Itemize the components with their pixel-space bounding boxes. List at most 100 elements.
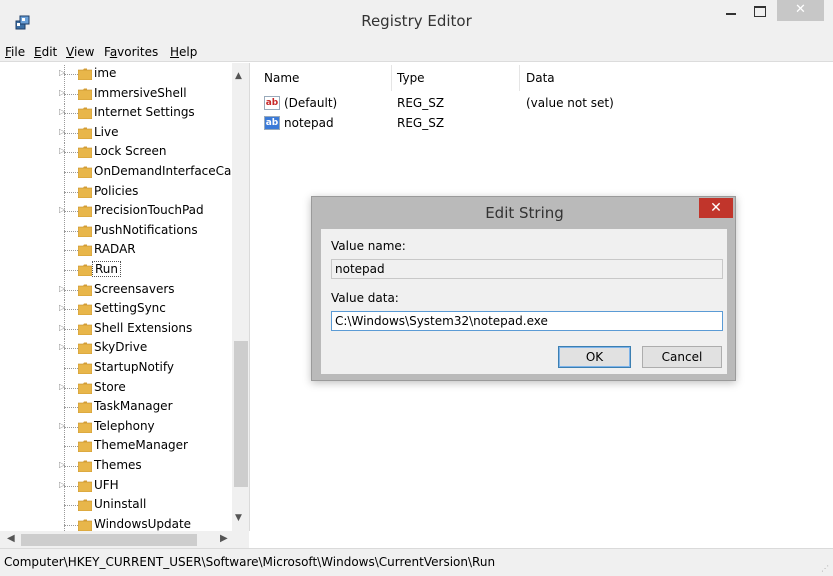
resize-grip-icon[interactable]: ⋰ bbox=[821, 564, 831, 574]
tree-vertical-scrollbar[interactable]: ▲ ▼ bbox=[232, 63, 249, 531]
column-divider[interactable] bbox=[519, 65, 520, 91]
tree-item[interactable]: TaskManager bbox=[0, 398, 232, 418]
tree-horizontal-scrollbar[interactable]: ◀ ▶ bbox=[0, 531, 249, 548]
expand-arrow-icon[interactable]: ▷ bbox=[59, 303, 69, 313]
tree-item-label: Internet Settings bbox=[94, 105, 195, 120]
tree-item[interactable]: OnDemandInterfaceCac bbox=[0, 163, 238, 182]
value-row-notepad[interactable]: ab notepad REG_SZ bbox=[254, 115, 754, 133]
menu-view[interactable]: View bbox=[66, 45, 94, 59]
tree-item[interactable]: Uninstall bbox=[0, 496, 232, 516]
folder-icon bbox=[78, 401, 92, 414]
folder-icon bbox=[78, 519, 92, 531]
folder-icon bbox=[78, 440, 92, 453]
expand-arrow-icon[interactable]: ▷ bbox=[59, 284, 69, 294]
expand-arrow-icon[interactable]: ▷ bbox=[59, 421, 69, 431]
folder-icon bbox=[78, 186, 92, 198]
tree-item-label: ImmersiveShell bbox=[94, 85, 187, 100]
dialog-body: Value name: Value data: OK Cancel bbox=[321, 229, 727, 374]
tree-item[interactable]: ▷ Telephony bbox=[0, 417, 232, 437]
tree-item[interactable]: Run bbox=[0, 261, 232, 280]
value-name: notepad bbox=[284, 116, 334, 130]
tree-connector bbox=[64, 368, 78, 369]
expand-arrow-icon[interactable]: ▷ bbox=[59, 342, 69, 352]
value-data-field[interactable] bbox=[331, 311, 723, 331]
tree-item[interactable]: Policies bbox=[0, 182, 232, 202]
expand-arrow-icon[interactable]: ▷ bbox=[59, 88, 69, 98]
folder-icon bbox=[78, 421, 92, 433]
tree-item-label: Lock Screen bbox=[94, 144, 167, 159]
tree-item-label: Shell Extensions bbox=[94, 320, 193, 335]
value-name: (Default) bbox=[284, 96, 338, 110]
expand-arrow-icon[interactable]: ▷ bbox=[59, 323, 69, 333]
key-tree[interactable]: ▷ ime ▷ ImmersiveShell ▷ Internet Settings ▷ Li… bbox=[0, 63, 250, 531]
scroll-thumb-horizontal[interactable] bbox=[21, 534, 197, 546]
scroll-right-icon[interactable]: ▶ bbox=[220, 533, 228, 544]
expand-arrow-icon[interactable]: ▷ bbox=[59, 460, 69, 470]
tree-item[interactable]: StartupNotify bbox=[0, 359, 232, 378]
expand-arrow-icon[interactable]: ▷ bbox=[59, 127, 69, 137]
menu-edit[interactable]: Edit bbox=[34, 45, 57, 59]
tree-item-label: StartupNotify bbox=[94, 360, 175, 374]
tree-item[interactable]: PushNotifications bbox=[0, 221, 232, 241]
tree-connector bbox=[64, 230, 78, 232]
tree-item[interactable]: ▷ SkyDrive bbox=[0, 339, 232, 359]
tree-item[interactable]: ▷ Shell Extensions bbox=[0, 319, 232, 339]
close-button[interactable]: ✕ bbox=[777, 0, 824, 21]
scroll-left-icon[interactable]: ◀ bbox=[7, 533, 15, 544]
tree-item-label: Themes bbox=[94, 458, 142, 472]
column-divider[interactable] bbox=[391, 65, 392, 91]
cancel-button[interactable]: Cancel bbox=[642, 346, 722, 368]
menu-bar: File Edit View Favorites Help bbox=[0, 44, 833, 62]
expand-arrow-icon[interactable]: ▷ bbox=[59, 68, 69, 78]
tree-item-label: SkyDrive bbox=[94, 340, 148, 355]
expand-arrow-icon[interactable]: ▷ bbox=[59, 205, 69, 215]
scroll-thumb[interactable] bbox=[234, 341, 248, 487]
ok-button[interactable]: OK bbox=[558, 346, 631, 368]
tree-item[interactable]: ThemeManager bbox=[0, 437, 232, 457]
tree-item[interactable]: ▷ UFH bbox=[0, 476, 232, 496]
tree-item-label: OnDemandInterfaceCac bbox=[94, 164, 238, 178]
folder-icon bbox=[78, 382, 92, 394]
tree-item[interactable]: WindowsUpdate bbox=[0, 515, 232, 531]
folder-icon bbox=[78, 225, 92, 237]
tree-item[interactable]: ▷ Themes bbox=[0, 457, 232, 476]
tree-item[interactable]: ▷ PrecisionTouchPad bbox=[0, 202, 232, 222]
folder-icon bbox=[78, 146, 92, 159]
tree-item-label: PushNotifications bbox=[94, 222, 198, 237]
folder-icon bbox=[78, 284, 92, 296]
scroll-down-icon[interactable]: ▼ bbox=[235, 513, 242, 523]
expand-arrow-icon[interactable]: ▷ bbox=[59, 146, 69, 156]
expand-arrow-icon[interactable]: ▷ bbox=[59, 107, 69, 117]
tree-item[interactable]: ▷ Live bbox=[0, 123, 232, 143]
minimize-button[interactable] bbox=[718, 0, 744, 21]
scroll-up-icon[interactable]: ▲ bbox=[235, 71, 242, 81]
value-row-default[interactable]: ab (Default) REG_SZ (value not set) bbox=[254, 95, 754, 113]
menu-favorites[interactable]: Favorites bbox=[104, 45, 158, 59]
tree-item[interactable]: ▷ Lock Screen bbox=[0, 143, 232, 163]
maximize-button[interactable] bbox=[747, 0, 773, 21]
tree-connector bbox=[64, 172, 78, 173]
tree-item[interactable]: ▷ SettingSync bbox=[0, 300, 232, 320]
value-name-field[interactable] bbox=[331, 259, 723, 279]
menu-file[interactable]: File bbox=[5, 45, 25, 59]
tree-item-label: Screensavers bbox=[94, 281, 175, 296]
tree-item-label: TaskManager bbox=[94, 399, 173, 414]
tree-item[interactable]: ▷ ime bbox=[0, 65, 232, 84]
folder-icon bbox=[78, 107, 92, 120]
tree-item[interactable]: RADAR bbox=[0, 241, 232, 261]
tree-item[interactable]: ▷ Internet Settings bbox=[0, 104, 232, 124]
tree-item[interactable]: ▷ Store bbox=[0, 378, 232, 398]
column-header-data[interactable]: Data bbox=[526, 71, 555, 85]
menu-help[interactable]: Help bbox=[170, 45, 197, 59]
tree-item-label: RADAR bbox=[94, 242, 136, 257]
folder-icon bbox=[78, 499, 92, 512]
expand-arrow-icon[interactable]: ▷ bbox=[59, 480, 69, 490]
tree-item[interactable]: ▷ Screensavers bbox=[0, 280, 232, 300]
column-header-type[interactable]: Type bbox=[397, 71, 425, 85]
folder-icon bbox=[78, 480, 92, 492]
expand-arrow-icon[interactable]: ▷ bbox=[59, 382, 69, 392]
column-header-name[interactable]: Name bbox=[264, 71, 299, 85]
tree-connector bbox=[64, 505, 78, 507]
dialog-close-button[interactable]: ✕ bbox=[699, 198, 733, 218]
tree-item[interactable]: ▷ ImmersiveShell bbox=[0, 84, 232, 104]
